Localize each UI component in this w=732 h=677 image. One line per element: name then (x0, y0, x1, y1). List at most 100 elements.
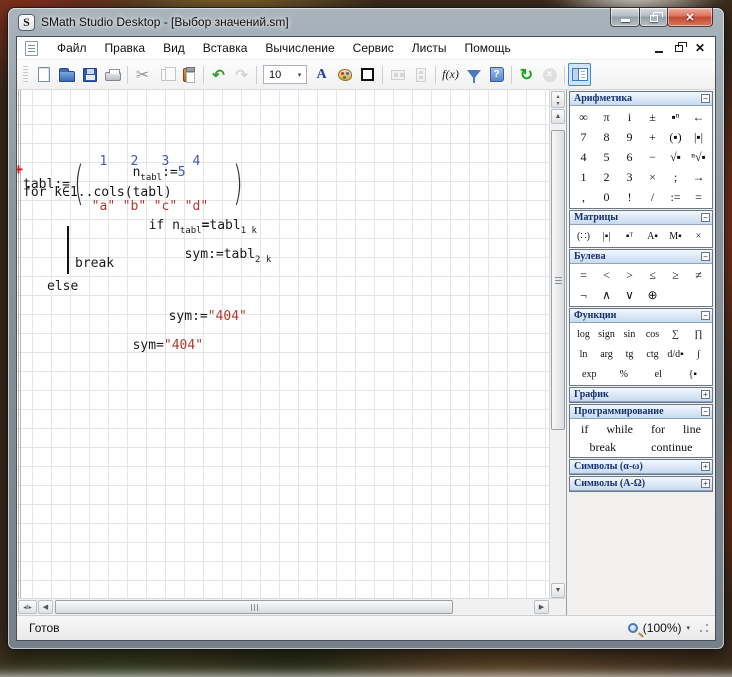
panel-matrices-header[interactable]: Матрицы − (570, 211, 712, 225)
palette-button[interactable]: 3 (618, 167, 641, 187)
palette-button[interactable]: sin (618, 324, 641, 344)
insertion-cursor[interactable]: + (17, 160, 23, 178)
palette-button[interactable]: i (618, 107, 641, 127)
formula-for-header[interactable]: for k∈1..cols(tabl) (23, 185, 172, 200)
panel-plot-header[interactable]: График + (570, 388, 712, 402)
splitter-handle[interactable]: ▴▾ (551, 91, 565, 108)
palette-button[interactable]: arg (595, 344, 618, 364)
magnifier-icon[interactable] (628, 623, 638, 633)
copy-button[interactable] (154, 63, 177, 86)
open-file-button[interactable] (55, 63, 78, 86)
palette-button[interactable]: ∞ (572, 107, 595, 127)
palette-button[interactable]: {▪ (676, 364, 711, 384)
cut-button[interactable]: ✂ (131, 63, 154, 86)
palette-button[interactable]: ≠ (687, 265, 710, 285)
font-color-button[interactable]: A (310, 63, 333, 86)
horizontal-scroll-thumb[interactable] (55, 600, 453, 614)
palette-button[interactable]: (∷) (572, 226, 595, 246)
palette-button[interactable]: |▪| (687, 127, 710, 147)
menu-item[interactable]: Листы (403, 38, 456, 58)
collapse-icon[interactable]: − (701, 252, 710, 261)
expand-icon[interactable]: + (701, 479, 710, 488)
palette-button[interactable]: ∑ (664, 324, 687, 344)
reference-book-button[interactable]: ? (485, 63, 508, 86)
expand-icon[interactable]: + (701, 462, 710, 471)
palette-button[interactable]: (▪) (664, 127, 687, 147)
palette-button[interactable]: ln (572, 344, 595, 364)
palette-button[interactable]: > (618, 265, 641, 285)
font-size-combo[interactable]: 10 ▾ (263, 65, 307, 84)
palette-button[interactable]: 4 (572, 147, 595, 167)
palette-button[interactable]: 9 (618, 127, 641, 147)
menu-item[interactable]: Вставка (194, 38, 257, 58)
palette-button[interactable]: |▪| (595, 226, 618, 246)
maximize-button[interactable] (639, 8, 668, 27)
scroll-right-button[interactable]: ▶ (534, 600, 549, 614)
resize-grip[interactable] (699, 623, 709, 633)
panel-functions-header[interactable]: Функции − (570, 309, 712, 323)
palette-button[interactable]: ∨ (618, 285, 641, 305)
menu-item[interactable]: Вид (154, 38, 194, 58)
palette-button[interactable]: ▪ⁿ (664, 107, 687, 127)
zoom-level[interactable]: (100%) (643, 621, 682, 635)
formula-else[interactable]: else (47, 279, 78, 294)
palette-button[interactable]: < (595, 265, 618, 285)
toolbar-grip[interactable] (23, 66, 28, 84)
palette-button[interactable]: ∫ (687, 344, 710, 364)
vertical-scroll-thumb[interactable] (551, 130, 565, 430)
palette-button[interactable]: ; (664, 167, 687, 187)
splitter-handle[interactable]: ◂‖▸ (18, 600, 37, 614)
save-button[interactable] (78, 63, 101, 86)
palette-button[interactable]: for (647, 420, 669, 438)
close-button[interactable]: ✕ (667, 8, 713, 27)
border-button[interactable] (356, 63, 379, 86)
chevron-down-icon[interactable]: ▾ (293, 71, 306, 79)
print-button[interactable] (101, 63, 124, 86)
align-vertical-button[interactable] (409, 63, 432, 86)
palette-button[interactable]: cos (641, 324, 664, 344)
menu-item[interactable]: Сервис (344, 38, 403, 58)
palette-button[interactable]: → (687, 167, 710, 187)
palette-button[interactable]: × (641, 167, 664, 187)
panel-symbols-upper-header[interactable]: Символы (А-Ω) + (570, 477, 712, 491)
worksheet-canvas[interactable]: tabl:=( 1234 "a""b""c""d" ) ntabl:=5 (17, 90, 549, 598)
vertical-scroll-track[interactable] (551, 124, 565, 583)
palette-button[interactable]: tg (618, 344, 641, 364)
horizontal-scroll-track[interactable] (53, 600, 534, 614)
palette-button[interactable]: 5 (595, 147, 618, 167)
palette-button[interactable]: 0 (595, 187, 618, 207)
new-file-button[interactable] (32, 63, 55, 86)
palette-button[interactable]: 1 (572, 167, 595, 187)
expand-icon[interactable]: + (701, 390, 710, 399)
palette-button[interactable]: √▪ (664, 147, 687, 167)
panel-programming-header[interactable]: Программирование − (570, 405, 712, 419)
undo-button[interactable]: ↶ (207, 63, 230, 86)
palette-button[interactable]: sign (595, 324, 618, 344)
panel-boolean-header[interactable]: Булева − (570, 250, 712, 264)
panel-symbols-lower-header[interactable]: Символы (α-ω) + (570, 460, 712, 474)
palette-button[interactable]: 6 (618, 147, 641, 167)
palette-button[interactable]: while (602, 420, 637, 438)
palette-button[interactable]: break (586, 438, 621, 456)
scroll-down-button[interactable]: ▼ (551, 583, 565, 598)
palette-button[interactable]: / (641, 187, 664, 207)
collapse-icon[interactable]: − (701, 311, 710, 320)
minimize-button[interactable] (610, 8, 640, 27)
palette-button[interactable]: continue (647, 438, 696, 456)
palette-button[interactable]: × (687, 226, 710, 246)
formula-break[interactable]: break (75, 256, 114, 271)
side-panel-toggle-button[interactable] (568, 63, 591, 86)
mdi-restore-icon[interactable] (675, 45, 683, 52)
palette-button[interactable]: − (641, 147, 664, 167)
panel-arithmetic-header[interactable]: Арифметика − (570, 92, 712, 106)
palette-button[interactable]: ⊕ (641, 285, 664, 305)
palette-button[interactable]: = (687, 187, 710, 207)
menu-item[interactable]: Вычисление (256, 38, 343, 58)
palette-button[interactable]: + (641, 127, 664, 147)
palette-button[interactable]: ≥ (664, 265, 687, 285)
menu-item[interactable]: Помощь (455, 38, 519, 58)
palette-button[interactable]: log (572, 324, 595, 344)
palette-button[interactable]: ∧ (595, 285, 618, 305)
collapse-icon[interactable]: − (701, 94, 710, 103)
palette-button[interactable]: ▪ᵀ (618, 226, 641, 246)
